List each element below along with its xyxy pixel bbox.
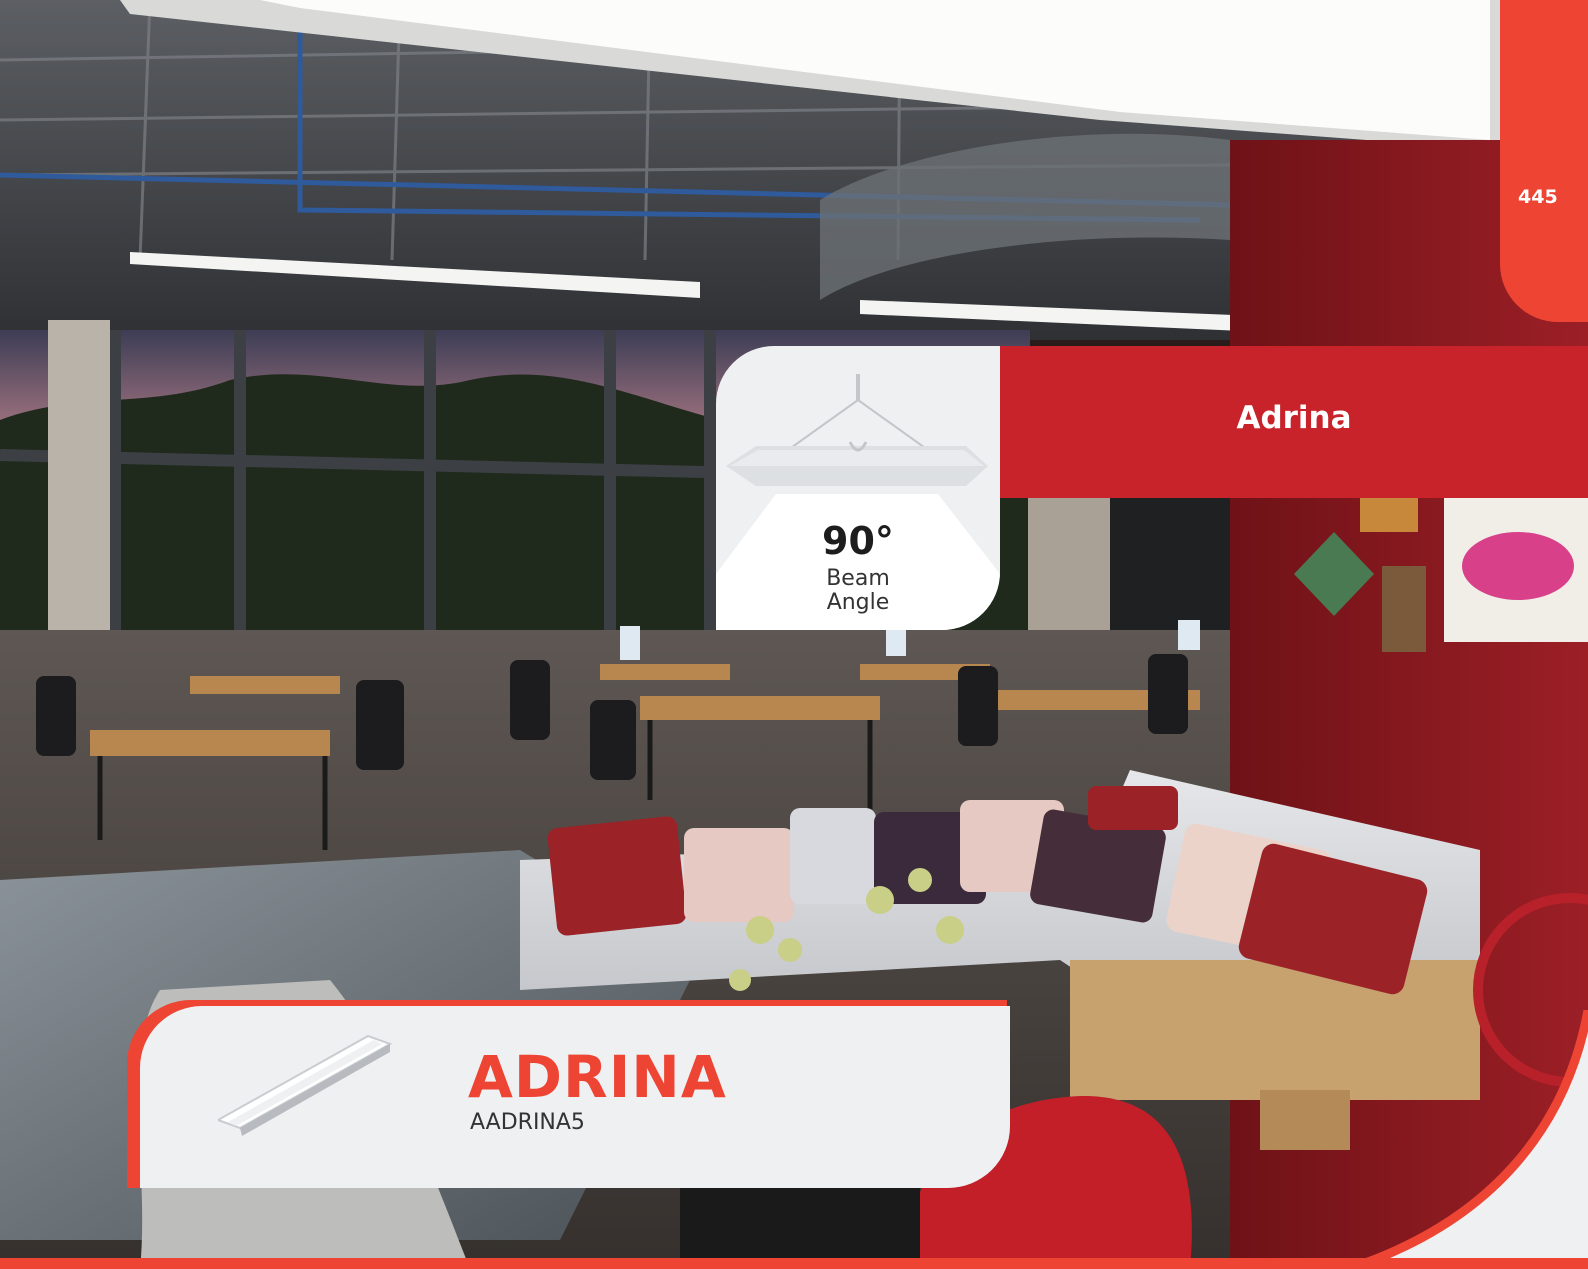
beam-angle-value: 90° (822, 519, 894, 563)
corner-swoosh (1348, 1010, 1588, 1269)
section-title: Adrina (1236, 400, 1352, 436)
beam-angle-card: 90° Beam Angle (716, 346, 1000, 630)
bottom-accent-bar (0, 1258, 1588, 1269)
product-code: AADRINA5 (470, 1110, 585, 1135)
page-number-tab (1500, 0, 1588, 322)
beam-angle-label-line2: Angle (826, 590, 890, 615)
section-title-band: Adrina (1000, 346, 1588, 498)
page-number: 445 (1518, 186, 1558, 208)
luminaire-icon (218, 1034, 393, 1136)
product-name: ADRINA (468, 1043, 727, 1111)
product-card: ADRINA AADRINA5 (140, 1006, 1010, 1188)
beam-angle-label-line1: Beam (826, 566, 890, 591)
